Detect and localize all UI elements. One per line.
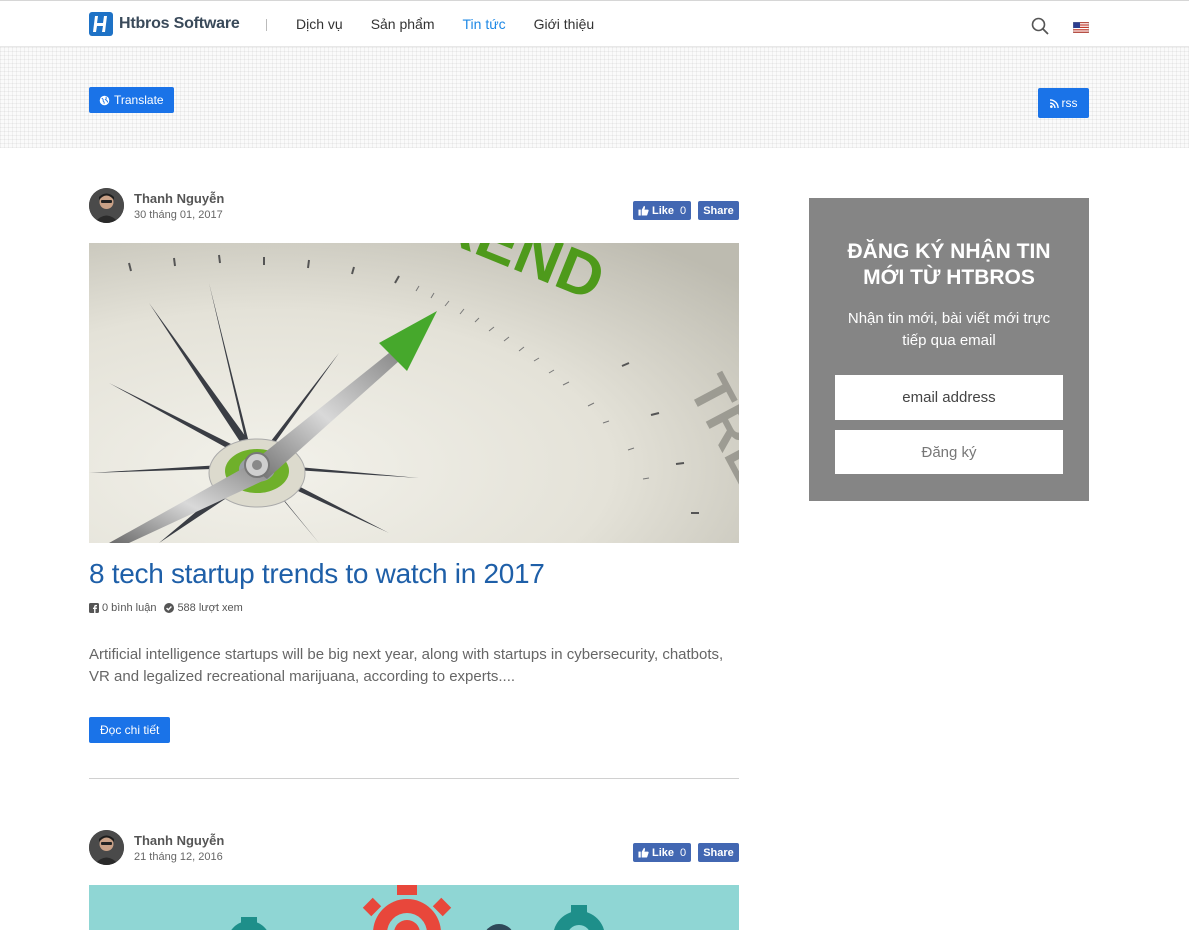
facebook-like-button[interactable]: Like 0 [633, 201, 692, 220]
author-avatar[interactable] [89, 188, 124, 223]
thumbs-up-icon [638, 847, 649, 858]
rss-label: rss [1061, 96, 1078, 110]
search-icon[interactable] [1031, 17, 1049, 35]
subscribe-title: ĐĂNG KÝ NHẬN TIN MỚI TỪ HTBROS [847, 240, 1051, 289]
check-circle-icon [164, 603, 175, 613]
subscribe-button[interactable]: Đăng ký [835, 430, 1063, 474]
nav-item-products[interactable]: Sản phẩm [371, 16, 435, 32]
like-count: 0 [680, 846, 687, 859]
post-excerpt: Artificial intelligence startups will be… [89, 646, 724, 685]
facebook-share-button[interactable]: Share [698, 843, 739, 862]
post-meta: 0 bình luận 588 lượt xem [89, 602, 243, 614]
thumbs-up-icon [638, 205, 649, 216]
like-label: Like [652, 204, 675, 217]
nav-item-about[interactable]: Giới thiệu [534, 16, 595, 32]
post-divider [89, 778, 739, 779]
read-more-button[interactable]: Đọc chi tiết [89, 717, 171, 743]
facebook-share-button[interactable]: Share [698, 201, 739, 220]
nav-separator [266, 19, 267, 31]
us-flag-icon[interactable] [1072, 20, 1090, 34]
logo-text: Htbros Software [119, 15, 240, 32]
subscribe-description: Nhận tin mới, bài viết mới trực tiếp qua… [847, 310, 1051, 349]
top-header: Htbros Software Dịch vụ Sản phẩm Tin tức… [0, 0, 1189, 47]
rss-icon [1049, 98, 1059, 108]
post-header: Thanh Nguyễn 21 tháng 12, 2016 Like 0 Sh… [89, 830, 739, 866]
newsletter-subscribe-box: ĐĂNG KÝ NHẬN TIN MỚI TỪ HTBROS Nhận tin … [809, 198, 1089, 501]
facebook-like-button[interactable]: Like 0 [633, 843, 692, 862]
nav-item-news[interactable]: Tin tức [463, 16, 506, 32]
logo-mark-icon [89, 12, 113, 36]
post-featured-image[interactable]: TREND TRE [89, 243, 739, 543]
facebook-square-icon [89, 603, 99, 613]
email-input[interactable]: email address [835, 375, 1063, 420]
author-name[interactable]: Thanh Nguyễn [134, 833, 224, 848]
page-banner: Translate rss [0, 47, 1189, 148]
post-header: Thanh Nguyễn 30 tháng 01, 2017 Like 0 Sh… [89, 188, 739, 224]
blog-post: Thanh Nguyễn 30 tháng 01, 2017 Like 0 Sh… [89, 188, 739, 779]
nav-item-services[interactable]: Dịch vụ [296, 16, 343, 32]
author-name[interactable]: Thanh Nguyễn [134, 191, 224, 206]
blog-post: Thanh Nguyễn 21 tháng 12, 2016 Like 0 Sh… [89, 830, 739, 930]
post-date: 30 tháng 01, 2017 [134, 209, 223, 221]
like-label: Like [652, 846, 675, 859]
translate-button[interactable]: Translate [89, 87, 174, 113]
main-nav: Dịch vụ Sản phẩm Tin tức Giới thiệu [296, 16, 622, 32]
post-date: 21 tháng 12, 2016 [134, 851, 223, 863]
post-title[interactable]: 8 tech startup trends to watch in 2017 [89, 558, 545, 590]
site-logo[interactable]: Htbros Software [89, 12, 240, 36]
rss-button[interactable]: rss [1038, 88, 1089, 118]
like-count: 0 [680, 204, 687, 217]
post-featured-image[interactable] [89, 885, 739, 930]
comment-count: 0 bình luận [102, 602, 157, 614]
view-count: 588 lượt xem [177, 602, 243, 614]
globe-icon [99, 95, 110, 105]
translate-label: Translate [114, 93, 164, 107]
author-avatar[interactable] [89, 830, 124, 865]
